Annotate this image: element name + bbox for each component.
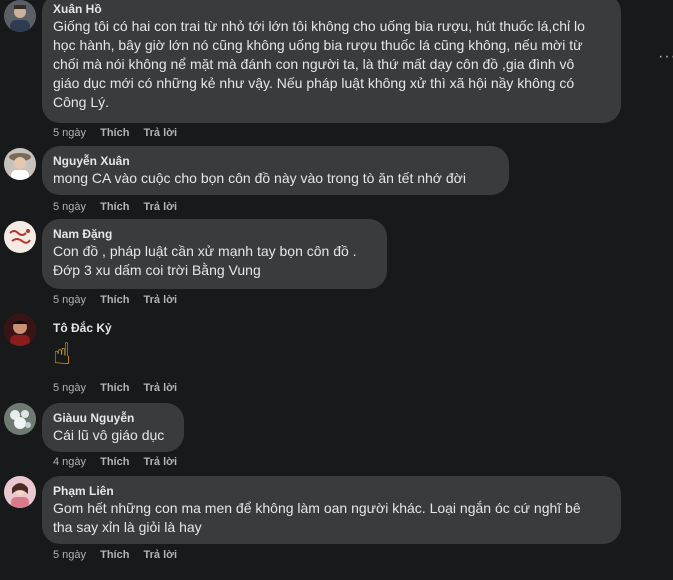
like-button[interactable]: Thích	[100, 200, 129, 214]
avatar[interactable]	[4, 403, 36, 435]
pointing-up-emoji-icon: ☝	[53, 338, 72, 371]
reply-button[interactable]: Trả lời	[144, 126, 178, 140]
like-button[interactable]: Thích	[100, 293, 129, 307]
reply-button[interactable]: Trả lời	[144, 455, 178, 469]
comment-actions: 5 ngày Thích Trả lời	[53, 200, 188, 214]
comment-text: mong CA vào cuộc cho bọn côn đồ này vào …	[53, 169, 497, 188]
comment-text-line: Công Lý.	[53, 94, 110, 110]
comment-time[interactable]: 5 ngày	[53, 548, 86, 562]
avatar[interactable]	[4, 148, 36, 180]
like-button[interactable]: Thích	[100, 548, 129, 562]
comment-bubble: Giàuu Nguyễn Cái lũ vô giáo dục	[42, 403, 184, 452]
comment-text-line: Đớp 3 xu dấm coi trời Bằng Vung	[53, 262, 261, 278]
comment-text-line: giáo dục mới có những kẻ như vậy. Nếu ph…	[53, 75, 575, 91]
comment-bubble: Nguyễn Xuân mong CA vào cuộc cho bọn côn…	[42, 146, 509, 195]
like-button[interactable]: Thích	[100, 455, 129, 469]
comment-author[interactable]: Giàuu Nguyễn	[53, 410, 172, 426]
avatar[interactable]	[4, 314, 36, 346]
comment-text: Con đồ , pháp luật cần xử mạnh tay bọn c…	[53, 242, 375, 280]
comment-author[interactable]: Phạm Liên	[53, 483, 609, 499]
comment-actions: 5 ngày Thích Trả lời	[53, 381, 188, 395]
reply-button[interactable]: Trả lời	[144, 200, 178, 214]
comment-bubble: Phạm Liên Gom hết những con ma men để kh…	[42, 476, 621, 544]
comment-text-line: Con đồ , pháp luật cần xử mạnh tay bọn c…	[53, 243, 357, 259]
comment-actions: 5 ngày Thích Trả lời	[53, 548, 188, 562]
comment-author[interactable]: Nam Đặng	[53, 226, 375, 242]
comment-text-line: Giống tôi có hai con trai từ nhỏ tới lớn…	[53, 18, 585, 34]
comment-text: Giống tôi có hai con trai từ nhỏ tới lớn…	[53, 17, 609, 112]
like-button[interactable]: Thích	[100, 381, 129, 395]
reply-button[interactable]: Trả lời	[144, 293, 178, 307]
comment-author[interactable]: Nguyễn Xuân	[53, 153, 497, 169]
comment-text-line: mong CA vào cuộc cho bọn côn đồ này vào …	[53, 170, 466, 186]
more-options-icon[interactable]: ···	[658, 48, 673, 66]
comment-text: Cái lũ vô giáo dục	[53, 426, 172, 445]
comment-time[interactable]: 4 ngày	[53, 455, 86, 469]
comment-time[interactable]: 5 ngày	[53, 126, 86, 140]
avatar[interactable]	[4, 0, 36, 32]
reply-button[interactable]: Trả lời	[144, 381, 178, 395]
reply-button[interactable]: Trả lời	[144, 548, 178, 562]
comment-actions: 5 ngày Thích Trả lời	[53, 293, 188, 307]
comment-time[interactable]: 5 ngày	[53, 293, 86, 307]
comment-text-line: Cái lũ vô giáo dục	[53, 427, 165, 443]
comment-text-line: chối mà nói không nể mặt mà đánh con ngư…	[53, 56, 575, 72]
comment-text: Gom hết những con ma men để không làm oa…	[53, 499, 609, 537]
comment-text-line: học hành, bây giờ lớn nó cũng không uống…	[53, 37, 583, 53]
avatar[interactable]	[4, 221, 36, 253]
comment-time[interactable]: 5 ngày	[53, 381, 86, 395]
comment-author[interactable]: Tô Đắc Kỷ	[53, 320, 112, 336]
comment-actions: 5 ngày Thích Trả lời	[53, 126, 188, 140]
avatar[interactable]	[4, 476, 36, 508]
comment-bubble: Nam Đặng Con đồ , pháp luật cần xử mạnh …	[42, 219, 387, 289]
comment-bubble: Xuân Hồ Giống tôi có hai con trai từ nhỏ…	[42, 0, 621, 123]
comment-author[interactable]: Xuân Hồ	[53, 1, 609, 17]
like-button[interactable]: Thích	[100, 126, 129, 140]
comment-time[interactable]: 5 ngày	[53, 200, 86, 214]
comment-actions: 4 ngày Thích Trả lời	[53, 455, 188, 469]
comment-text-line: Gom hết những con ma men để không làm oa…	[53, 500, 581, 516]
comment-text-line: tha say xỉn là giỏi là hay	[53, 519, 202, 535]
